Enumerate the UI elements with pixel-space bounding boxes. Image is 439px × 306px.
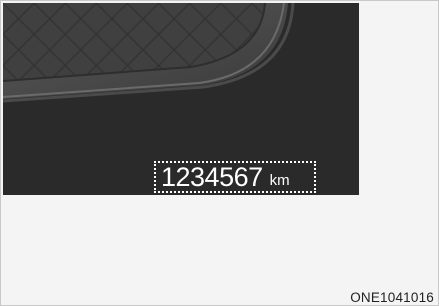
odometer-value: 1234567	[161, 161, 263, 192]
instrument-cluster-display: 1234567 km	[3, 3, 359, 195]
figure-code: ONE1041016	[350, 290, 434, 305]
figure-frame: 1234567 km ONE1041016	[0, 0, 439, 306]
odometer-highlight-box: 1234567 km	[154, 161, 316, 193]
odometer-unit: km	[269, 171, 290, 189]
